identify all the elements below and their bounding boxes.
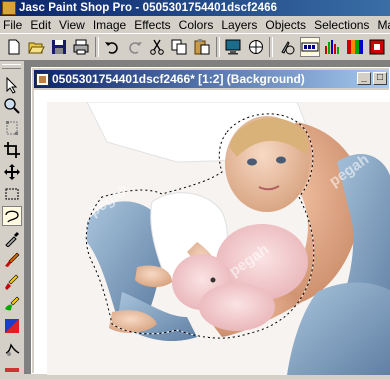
menu-view[interactable]: View <box>55 18 89 32</box>
palette-grip[interactable] <box>2 64 21 69</box>
clone-brush-icon[interactable] <box>2 272 22 292</box>
retouch-icon[interactable] <box>2 316 22 336</box>
canvas-area[interactable]: pegah pegah pegah <box>34 90 390 375</box>
undo-icon[interactable] <box>103 37 122 57</box>
toolbar-icon[interactable] <box>299 37 320 57</box>
document-window: 0505301754401dscf2466* [1:2] (Background… <box>31 67 390 375</box>
layer-palette-icon[interactable] <box>345 37 364 57</box>
standard-toolbar <box>0 33 390 61</box>
full-screen-icon[interactable] <box>224 37 243 57</box>
copy-icon[interactable] <box>170 37 189 57</box>
menu-selections[interactable]: Selections <box>310 18 373 32</box>
zoom-icon[interactable] <box>2 96 22 116</box>
scratch-remover-icon[interactable] <box>2 338 22 358</box>
histogram-icon[interactable] <box>323 37 342 57</box>
minimize-button[interactable]: _ <box>357 72 371 85</box>
document-title: 0505301754401dscf2466* [1:2] (Background… <box>52 72 305 86</box>
color-replacer-icon[interactable] <box>2 294 22 314</box>
menu-colors[interactable]: Colors <box>175 18 218 32</box>
paint-shop-pro-icon <box>2 1 16 15</box>
tool-palette <box>0 61 25 374</box>
menu-layers[interactable]: Layers <box>217 18 261 32</box>
freehand-selection-icon[interactable] <box>2 206 22 226</box>
photo-illustration <box>47 102 390 375</box>
eraser-icon[interactable] <box>2 359 22 379</box>
new-icon[interactable] <box>4 37 23 57</box>
overview-icon[interactable] <box>368 37 387 57</box>
dropper-icon[interactable] <box>2 228 22 248</box>
document-icon <box>36 72 49 86</box>
tool-palette-icon[interactable] <box>277 37 296 57</box>
document-title-bar[interactable]: 0505301754401dscf2466* [1:2] (Background… <box>34 70 389 88</box>
deformation-icon[interactable] <box>2 118 22 138</box>
app-title: Jasc Paint Shop Pro - 0505301754401dscf2… <box>19 2 278 14</box>
app-title-bar[interactable]: Jasc Paint Shop Pro - 0505301754401dscf2… <box>0 0 390 16</box>
maximize-button[interactable]: □ <box>373 72 387 85</box>
menu-bar: File Edit View Image Effects Colors Laye… <box>0 16 390 33</box>
save-icon[interactable] <box>49 37 68 57</box>
menu-effects[interactable]: Effects <box>130 18 174 32</box>
menu-mask[interactable]: Mask <box>373 18 390 32</box>
menu-objects[interactable]: Objects <box>261 18 310 32</box>
arrow-icon[interactable] <box>2 75 22 95</box>
crop-icon[interactable] <box>2 140 22 160</box>
mover-icon[interactable] <box>2 162 22 182</box>
toolbar-separator <box>94 37 99 57</box>
photo-canvas[interactable]: pegah pegah pegah <box>47 102 390 375</box>
window-buttons: _ □ <box>355 72 387 85</box>
browse-icon[interactable] <box>246 37 265 57</box>
paint-brush-icon[interactable] <box>2 250 22 270</box>
menu-image[interactable]: Image <box>89 18 130 32</box>
selection-icon[interactable] <box>2 184 22 204</box>
toolbar-separator <box>215 37 220 57</box>
open-icon[interactable] <box>26 37 45 57</box>
menu-edit[interactable]: Edit <box>26 18 55 32</box>
menu-file[interactable]: File <box>0 18 26 32</box>
redo-icon[interactable] <box>125 37 144 57</box>
cut-icon[interactable] <box>147 37 166 57</box>
print-icon[interactable] <box>71 37 90 57</box>
paste-icon[interactable] <box>192 37 211 57</box>
toolbar-separator <box>269 37 274 57</box>
